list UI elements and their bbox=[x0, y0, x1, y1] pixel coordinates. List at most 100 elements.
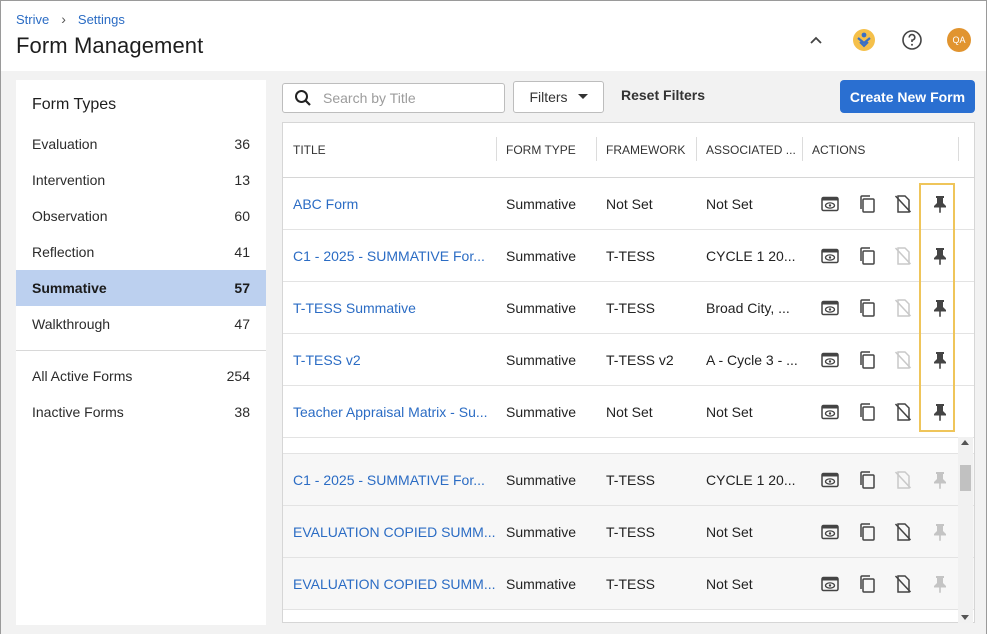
table-row[interactable]: T-TESS Summative Summative T-TESS Broad … bbox=[283, 282, 974, 334]
sidebar-item-label: Reflection bbox=[32, 244, 95, 260]
deactivate-icon[interactable] bbox=[885, 517, 922, 547]
sidebar-item-inactive-forms[interactable]: Inactive Forms 38 bbox=[16, 394, 266, 430]
preview-icon[interactable] bbox=[812, 397, 849, 427]
pin-icon[interactable] bbox=[922, 517, 959, 547]
form-title-link[interactable]: T-TESS Summative bbox=[283, 300, 496, 316]
sidebar-item-count: 60 bbox=[234, 208, 250, 224]
table-row[interactable]: ABC Form Summative Not Set Not Set bbox=[283, 178, 974, 230]
form-title-link[interactable]: EVALUATION COPIED SUMM... bbox=[283, 524, 496, 540]
column-header-associated[interactable]: ASSOCIATED ... bbox=[696, 123, 802, 177]
sidebar-item-all-active-forms[interactable]: All Active Forms 254 bbox=[16, 358, 266, 394]
scroll-thumb[interactable] bbox=[960, 465, 971, 491]
preview-icon[interactable] bbox=[812, 189, 849, 219]
column-header-title[interactable]: TITLE bbox=[283, 123, 496, 177]
column-header-actions: ACTIONS bbox=[812, 143, 866, 157]
row-actions bbox=[802, 397, 958, 427]
form-title-link[interactable]: C1 - 2025 - SUMMATIVE For... bbox=[283, 472, 496, 488]
chevron-up-icon[interactable] bbox=[803, 27, 829, 53]
form-title-link[interactable]: Teacher Appraisal Matrix - Su... bbox=[283, 404, 496, 420]
table-scrollbar[interactable] bbox=[958, 437, 973, 623]
scroll-up-icon[interactable] bbox=[961, 440, 969, 445]
table-row[interactable]: C1 - 2025 - SUMMATIVE For... Summative T… bbox=[283, 230, 974, 282]
sidebar-item-count: 13 bbox=[234, 172, 250, 188]
associated-cell: Not Set bbox=[706, 403, 753, 420]
copy-icon[interactable] bbox=[849, 517, 886, 547]
form-title-link[interactable]: EVALUATION COPIED SUMM... bbox=[283, 576, 496, 592]
filters-dropdown[interactable]: Filters bbox=[513, 81, 604, 113]
form-title-link[interactable]: C1 - 2025 - SUMMATIVE For... bbox=[283, 248, 496, 264]
preview-icon[interactable] bbox=[812, 569, 849, 599]
preview-icon[interactable] bbox=[812, 517, 849, 547]
pin-icon[interactable] bbox=[922, 345, 959, 375]
pin-icon[interactable] bbox=[922, 569, 959, 599]
breadcrumb-current-link[interactable]: Settings bbox=[78, 12, 125, 27]
associated-cell: Not Set bbox=[706, 523, 753, 540]
create-new-form-button[interactable]: Create New Form bbox=[840, 80, 975, 113]
sidebar-item-count: 47 bbox=[234, 316, 250, 332]
table-row[interactable]: EVALUATION COPIED SUMM... Summative T-TE… bbox=[283, 558, 974, 610]
framework-cell: T-TESS bbox=[606, 523, 656, 540]
deactivate-icon[interactable] bbox=[885, 293, 922, 323]
sidebar-divider bbox=[16, 350, 266, 351]
chevron-right-icon: › bbox=[61, 11, 66, 27]
form-title-link[interactable]: T-TESS v2 bbox=[283, 352, 496, 368]
deactivate-icon[interactable] bbox=[885, 241, 922, 271]
column-divider bbox=[696, 137, 697, 161]
search-input[interactable] bbox=[323, 90, 493, 106]
app-window: Strive › Settings Form Management QA For… bbox=[0, 0, 987, 634]
sidebar-item-reflection[interactable]: Reflection 41 bbox=[16, 234, 266, 270]
form-type-cell: Summative bbox=[506, 351, 577, 368]
sidebar-item-evaluation[interactable]: Evaluation 36 bbox=[16, 126, 266, 162]
pin-icon[interactable] bbox=[922, 241, 959, 271]
preview-icon[interactable] bbox=[812, 293, 849, 323]
reset-filters-button[interactable]: Reset Filters bbox=[621, 87, 705, 103]
deactivate-icon[interactable] bbox=[885, 569, 922, 599]
table-row[interactable]: EVALUATION COPIED SUMM... Summative T-TE… bbox=[283, 506, 974, 558]
column-divider bbox=[596, 137, 597, 161]
form-title-link[interactable]: ABC Form bbox=[283, 196, 496, 212]
row-actions bbox=[802, 241, 958, 271]
sidebar-item-summative[interactable]: Summative 57 bbox=[16, 270, 266, 306]
table-row[interactable]: Teacher Appraisal Matrix - Su... Summati… bbox=[283, 386, 974, 438]
copy-icon[interactable] bbox=[849, 397, 886, 427]
scroll-down-icon[interactable] bbox=[961, 615, 969, 620]
breadcrumb-root-link[interactable]: Strive bbox=[16, 12, 49, 27]
pin-icon[interactable] bbox=[922, 397, 959, 427]
table-row[interactable]: T-TESS v2 Summative T-TESS v2 A - Cycle … bbox=[283, 334, 974, 386]
sidebar-item-intervention[interactable]: Intervention 13 bbox=[16, 162, 266, 198]
column-header-framework[interactable]: FRAMEWORK bbox=[596, 123, 696, 177]
pin-icon[interactable] bbox=[922, 189, 959, 219]
copy-icon[interactable] bbox=[849, 569, 886, 599]
form-type-cell: Summative bbox=[506, 575, 577, 592]
main-content: Form Types Evaluation 36 Intervention 13… bbox=[1, 71, 986, 634]
copy-icon[interactable] bbox=[849, 189, 886, 219]
framework-cell: Not Set bbox=[606, 403, 653, 420]
help-circle-icon[interactable] bbox=[899, 27, 925, 53]
associated-cell: A - Cycle 3 - ... bbox=[706, 351, 798, 368]
framework-cell: T-TESS v2 bbox=[606, 351, 674, 368]
pin-icon[interactable] bbox=[922, 293, 959, 323]
copy-icon[interactable] bbox=[849, 465, 886, 495]
column-header-form-type[interactable]: FORM TYPE bbox=[496, 123, 596, 177]
sidebar-item-observation[interactable]: Observation 60 bbox=[16, 198, 266, 234]
form-type-cell: Summative bbox=[506, 403, 577, 420]
deactivate-icon[interactable] bbox=[885, 465, 922, 495]
avatar[interactable]: QA bbox=[947, 28, 971, 52]
deactivate-icon[interactable] bbox=[885, 345, 922, 375]
preview-icon[interactable] bbox=[812, 465, 849, 495]
deactivate-icon[interactable] bbox=[885, 397, 922, 427]
table-header: TITLE FORM TYPE FRAMEWORK ASSOCIATED ...… bbox=[283, 123, 974, 178]
search-box[interactable] bbox=[282, 83, 505, 113]
pin-icon[interactable] bbox=[922, 465, 959, 495]
preview-icon[interactable] bbox=[812, 241, 849, 271]
sidebar-item-count: 254 bbox=[226, 368, 250, 384]
sidebar-heading: Form Types bbox=[32, 96, 117, 113]
table-row[interactable]: C1 - 2025 - SUMMATIVE For... Summative T… bbox=[283, 454, 974, 506]
copy-icon[interactable] bbox=[849, 293, 886, 323]
copy-icon[interactable] bbox=[849, 241, 886, 271]
deactivate-icon[interactable] bbox=[885, 189, 922, 219]
copy-icon[interactable] bbox=[849, 345, 886, 375]
sidebar-item-walkthrough[interactable]: Walkthrough 47 bbox=[16, 306, 266, 342]
preview-icon[interactable] bbox=[812, 345, 849, 375]
strive-logo-icon[interactable] bbox=[851, 27, 877, 53]
